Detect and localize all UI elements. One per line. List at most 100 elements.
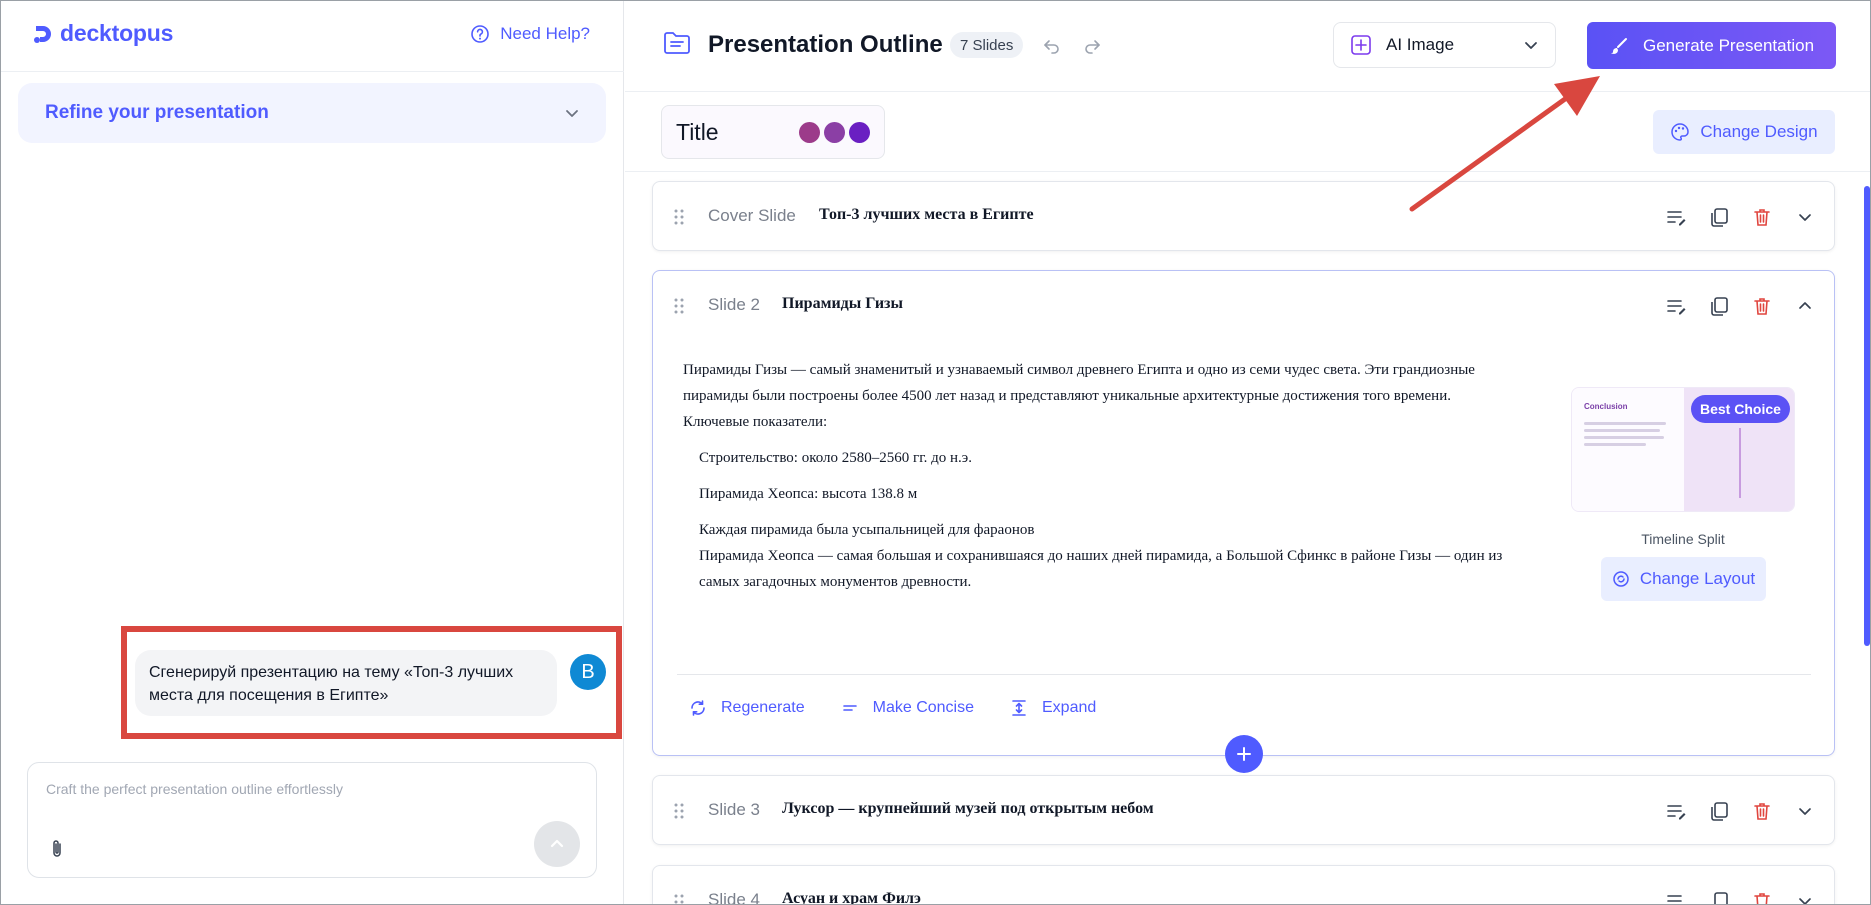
generate-presentation-label: Generate Presentation [1642, 35, 1815, 55]
chevron-down-icon[interactable] [1794, 890, 1816, 905]
slide-title[interactable]: Луксор — крупнейший музей под открытым н… [782, 800, 1154, 818]
best-choice-badge: Best Choice [1691, 395, 1790, 423]
duplicate-icon[interactable] [1708, 206, 1730, 228]
expand-button[interactable]: Expand [1010, 699, 1096, 717]
edit-notes-icon[interactable] [1665, 295, 1687, 317]
redo-icon[interactable] [1083, 36, 1101, 54]
slide-body-point: Пирамида Хеопса: высота 138.8 м [699, 486, 918, 502]
add-slide-button[interactable] [1225, 735, 1263, 773]
text-lines-icon [842, 705, 857, 711]
slide-actions [1665, 295, 1816, 317]
slide-label: Cover Slide [708, 206, 796, 225]
trash-icon[interactable] [1751, 206, 1773, 228]
expand-vertical-icon [1012, 700, 1026, 716]
prompt-composer [27, 762, 597, 878]
regenerate-button[interactable]: Regenerate [689, 699, 805, 717]
slide-card-cover[interactable]: Cover Slide Топ-3 лучших места в Египте [652, 181, 1835, 251]
layout-preview-title: Conclusion [1584, 402, 1628, 411]
divider [677, 674, 1811, 675]
slide-card-2[interactable]: Slide 2 Пирамиды Гизы Пирамиды Гизы — са… [652, 270, 1835, 756]
layout-preview-axis [1739, 428, 1741, 498]
need-help-label: Need Help? [500, 24, 590, 43]
paintbrush-icon [1610, 37, 1627, 54]
slide-actions [1665, 206, 1816, 228]
slide-card-header: Slide 2 Пирамиды Гизы [653, 271, 1834, 341]
slide-actions [1665, 800, 1816, 822]
make-concise-button[interactable]: Make Concise [841, 699, 974, 717]
slide-card-4[interactable]: Slide 4 Асуан и храм Филэ [652, 865, 1835, 905]
slide-label: Slide 3 [708, 800, 760, 819]
logo-text: decktopus [60, 20, 174, 46]
arrow-up-icon [550, 839, 564, 848]
user-avatar: B [570, 654, 606, 690]
slide-body-point: Пирамида Хеопса — самая большая и сохран… [699, 548, 1503, 590]
duplicate-icon[interactable] [1708, 295, 1730, 317]
slide-label: Slide 2 [708, 295, 760, 314]
ai-image-icon [1351, 35, 1371, 55]
theme-color-3 [849, 121, 870, 143]
duplicate-icon[interactable] [1708, 890, 1730, 905]
folder-outline-icon [664, 32, 690, 54]
slide-card-header: Slide 3 Луксор — крупнейший музей под от… [653, 776, 1834, 846]
trash-icon[interactable] [1751, 800, 1773, 822]
refresh-layout-icon [1613, 571, 1629, 587]
theme-preview[interactable]: Title [661, 105, 885, 159]
slide-actions [1665, 890, 1816, 905]
chevron-down-icon[interactable] [1794, 800, 1816, 822]
paperclip-icon[interactable] [48, 838, 66, 860]
make-concise-label: Make Concise [872, 699, 974, 716]
edit-notes-icon[interactable] [1665, 206, 1687, 228]
slide-card-header: Slide 4 Асуан и храм Филэ [653, 866, 1834, 905]
plus-icon [1237, 747, 1251, 761]
theme-title: Title [676, 118, 719, 145]
help-circle-icon [471, 25, 490, 43]
drag-handle-icon[interactable] [673, 297, 685, 315]
generate-presentation-button[interactable]: Generate Presentation [1587, 22, 1836, 69]
layout-preview-line [1584, 436, 1664, 439]
change-design-label: Change Design [1700, 122, 1818, 141]
change-design-button[interactable]: Change Design [1653, 110, 1835, 154]
scrollbar-thumb[interactable] [1864, 186, 1870, 646]
chat-panel: decktopus Need Help? Refine your present… [0, 0, 624, 905]
logo[interactable]: decktopus [32, 20, 173, 47]
chevron-down-icon [566, 110, 578, 117]
chevron-up-icon[interactable] [1794, 295, 1816, 317]
slide-card-3[interactable]: Slide 3 Луксор — крупнейший музей под от… [652, 775, 1835, 845]
layout-name: Timeline Split [1641, 531, 1725, 547]
image-mode-select[interactable]: AI Image [1333, 22, 1556, 68]
slide-body-editor[interactable]: Пирамиды Гизы — самый знаменитый и узнав… [683, 357, 1515, 595]
regenerate-label: Regenerate [721, 699, 805, 716]
chevron-down-icon [1525, 42, 1537, 49]
ai-actions: Regenerate Make Concise Expand [689, 699, 1096, 717]
design-bar: Title Change Design [625, 92, 1871, 172]
refine-accordion[interactable]: Refine your presentation [18, 83, 606, 143]
duplicate-icon[interactable] [1708, 800, 1730, 822]
decktopus-logo-icon [34, 25, 51, 43]
drag-handle-icon[interactable] [673, 208, 685, 226]
slide-label: Slide 4 [708, 890, 760, 905]
trash-icon[interactable] [1751, 890, 1773, 905]
slide-body-intro: Пирамиды Гизы — самый знаменитый и узнав… [683, 362, 1475, 430]
slide-card-header: Cover Slide Топ-3 лучших места в Египте [653, 182, 1834, 252]
slide-title[interactable]: Топ-3 лучших места в Египте [819, 206, 1034, 224]
layout-preview-left: Conclusion [1572, 388, 1684, 511]
trash-icon[interactable] [1751, 295, 1773, 317]
edit-notes-icon[interactable] [1665, 890, 1687, 905]
drag-handle-icon[interactable] [673, 802, 685, 820]
undo-icon[interactable] [1043, 36, 1061, 54]
theme-color-1 [799, 121, 820, 143]
send-button[interactable] [534, 821, 580, 867]
prompt-input[interactable] [46, 781, 566, 797]
need-help-link[interactable]: Need Help? [470, 24, 590, 44]
user-message: Сгенерируй презентацию на тему «Топ-3 лу… [135, 650, 557, 716]
change-layout-button[interactable]: Change Layout [1601, 557, 1766, 601]
edit-notes-icon[interactable] [1665, 800, 1687, 822]
outline-panel: Presentation Outline 7 Slides AI Image G… [625, 0, 1871, 905]
chat-header: decktopus Need Help? [0, 0, 624, 72]
slide-title[interactable]: Асуан и храм Филэ [782, 890, 921, 905]
slide-title[interactable]: Пирамиды Гизы [782, 295, 903, 313]
chevron-down-icon[interactable] [1794, 206, 1816, 228]
slide-body-point: Строительство: около 2580–2560 гг. до н.… [699, 450, 972, 466]
drag-handle-icon[interactable] [673, 893, 685, 905]
change-layout-label: Change Layout [1639, 569, 1756, 588]
